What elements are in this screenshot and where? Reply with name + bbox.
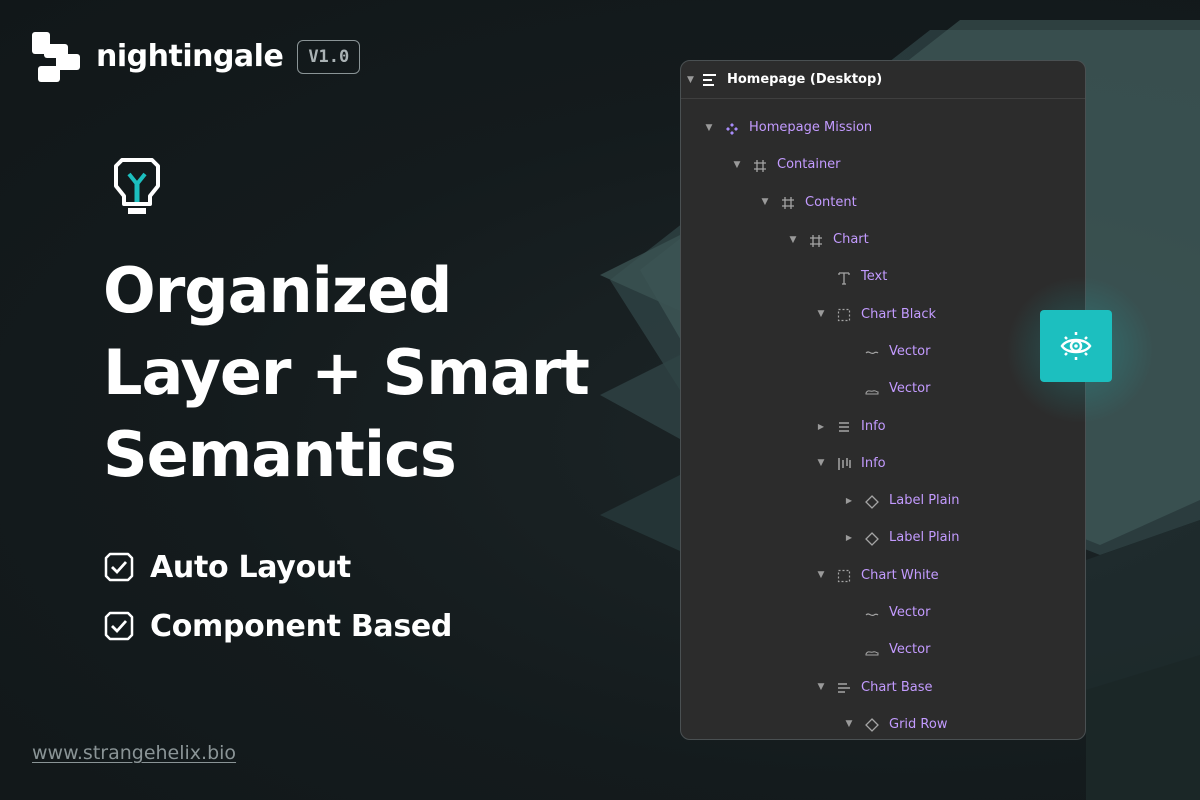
caret-down-icon[interactable]: ▼ — [815, 570, 827, 580]
caret-right-icon[interactable]: ▶ — [843, 533, 855, 542]
panel-header[interactable]: ▼ Homepage (Desktop) — [681, 61, 1085, 99]
caret-down-icon[interactable]: ▼ — [843, 719, 855, 729]
caret-down-icon[interactable]: ▼ — [759, 197, 771, 207]
vector-area-icon — [865, 382, 879, 396]
layer-row[interactable]: ▼ Chart — [681, 221, 1085, 258]
layer-tree: ▼ Homepage Mission ▼ Container ▼ Content ▼ Char… — [681, 109, 1085, 739]
layer-row[interactable]: Text — [681, 258, 1085, 295]
layer-name: Grid Row — [889, 716, 948, 732]
layer-name: Label Plain — [889, 530, 960, 546]
feature-item: Auto Layout — [104, 546, 452, 588]
layer-name: Content — [805, 194, 857, 210]
layer-name: Homepage Mission — [749, 120, 873, 136]
layer-name: Vector — [889, 343, 931, 359]
layer-name: Vector — [889, 642, 931, 658]
brand-header: nightingale V1.0 — [32, 32, 361, 82]
caret-down-icon[interactable]: ▼ — [731, 160, 743, 170]
layer-name: Container — [777, 157, 841, 173]
group-icon — [837, 568, 851, 583]
version-badge: V1.0 — [297, 40, 361, 74]
layer-row[interactable]: ▶ Label Plain — [681, 519, 1085, 556]
layer-row[interactable]: ▼ Content — [681, 184, 1085, 221]
layer-name: Text — [861, 269, 888, 285]
headline-line-1: Organized — [103, 254, 452, 327]
auto-layout-horizontal-icon — [837, 456, 851, 471]
layer-name: Chart Base — [861, 679, 933, 695]
layer-name: Label Plain — [889, 493, 960, 509]
nightingale-logo-icon — [32, 32, 80, 82]
caret-down-icon[interactable]: ▼ — [815, 458, 827, 468]
layer-name: Chart — [833, 232, 869, 248]
layer-row[interactable]: ▼ Container — [681, 146, 1085, 183]
feature-label: Component Based — [150, 608, 453, 644]
caret-down-icon[interactable]: ▼ — [815, 309, 827, 319]
feature-label: Auto Layout — [150, 549, 351, 585]
layer-row[interactable]: ▼ Grid Row — [681, 706, 1085, 739]
layer-name: Chart Black — [861, 306, 937, 322]
checkbox-checked-icon — [104, 552, 134, 582]
frame-icon — [809, 233, 823, 247]
group-icon — [837, 307, 851, 322]
layer-row[interactable]: ▶ Label Plain — [681, 482, 1085, 519]
layer-name: Info — [861, 418, 886, 434]
layer-row[interactable]: ▼ Chart Base — [681, 668, 1085, 705]
auto-layout-left-icon — [837, 680, 851, 694]
layer-row[interactable]: Vector — [681, 631, 1085, 668]
vector-icon — [865, 344, 879, 358]
layer-row[interactable]: ▶ Info — [681, 407, 1085, 444]
caret-down-icon[interactable]: ▼ — [703, 123, 715, 133]
caret-down-icon[interactable]: ▼ — [815, 682, 827, 692]
page-icon — [703, 73, 716, 86]
layer-row[interactable]: ▼ Homepage Mission — [681, 109, 1085, 146]
component-icon — [725, 121, 739, 135]
headline: Organized Layer + Smart Semantics — [103, 250, 623, 496]
layer-name: Vector — [889, 381, 931, 397]
layer-name: Chart White — [861, 567, 939, 583]
instance-icon — [865, 531, 879, 546]
lightbulb-icon — [114, 158, 160, 214]
caret-down-icon[interactable]: ▼ — [787, 235, 799, 245]
panel-title: Homepage (Desktop) — [727, 72, 883, 87]
auto-layout-vertical-icon — [837, 419, 851, 433]
frame-icon — [753, 158, 767, 172]
instance-icon — [865, 717, 879, 733]
layer-name: Info — [861, 455, 886, 471]
layer-row[interactable]: ▼ Chart White — [681, 557, 1085, 594]
eye-settings-icon — [1060, 332, 1092, 360]
layer-name: Vector — [889, 605, 931, 620]
feature-list: Auto Layout Component Based — [104, 546, 452, 664]
checkbox-checked-icon — [104, 611, 134, 641]
visibility-toggle-button[interactable] — [1040, 310, 1112, 382]
headline-line-2: Layer + Smart — [103, 336, 590, 409]
instance-icon — [865, 494, 879, 509]
brand-name: nightingale — [96, 39, 284, 74]
frame-icon — [781, 195, 795, 210]
headline-line-3: Semantics — [103, 418, 457, 491]
caret-right-icon[interactable]: ▶ — [843, 496, 855, 505]
layer-row[interactable]: Vector — [681, 594, 1085, 631]
website-link[interactable]: www.strangehelix.bio — [32, 742, 236, 764]
caret-down-icon[interactable]: ▼ — [687, 75, 697, 85]
caret-right-icon[interactable]: ▶ — [815, 422, 827, 431]
vector-icon — [865, 606, 879, 620]
text-icon — [837, 270, 851, 285]
vector-area-icon — [865, 643, 879, 657]
layer-row[interactable]: ▼ Info — [681, 445, 1085, 482]
feature-item: Component Based — [104, 605, 452, 647]
